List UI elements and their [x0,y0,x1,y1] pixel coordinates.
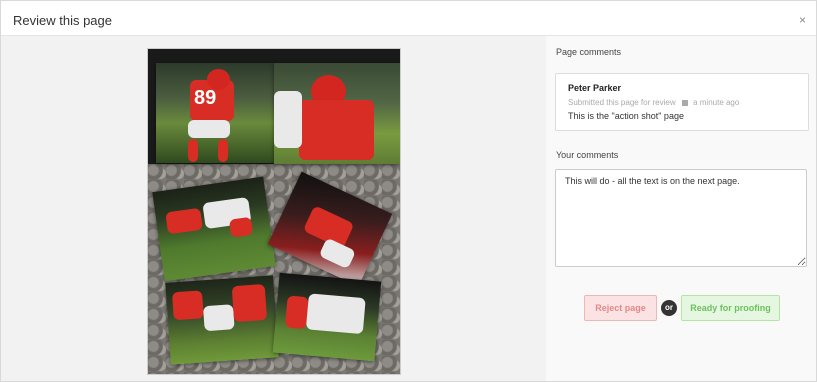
comment-author: Peter Parker [568,83,622,93]
jersey-number: 89 [194,87,217,109]
red-player-shape [231,283,268,323]
comments-pane: Page comments Peter Parker Submitted thi… [546,36,816,381]
dialog-title: Review this page [13,13,112,28]
red-sock-shape [218,139,228,162]
red-player-shape [228,216,254,238]
red-players-shape [165,207,203,235]
your-comments-label: Your comments [556,150,619,160]
white-pants-shape [318,237,357,270]
comment-time: a minute ago [693,98,740,107]
red-sock-shape [188,139,198,162]
white-pants-shape [188,120,230,138]
page-preview-image: 89 [147,48,401,375]
white-player-shape [202,304,235,332]
white-player-shape [274,91,302,148]
photo-pileup [165,275,279,365]
dialog-header: Review this page × [1,1,816,36]
photo-line-of-scrimmage [152,176,276,282]
comment-action: Submitted this page for review [568,98,676,107]
comment-meta: Submitted this page for review a minute … [568,98,739,107]
photo-player-89: 89 [156,63,274,163]
comment-body: This is the "action shot" page [568,111,684,121]
reject-page-button[interactable]: Reject page [584,295,657,321]
red-jersey-shape [299,100,374,160]
ready-for-proofing-button[interactable]: Ready for proofing [681,295,780,321]
red-player-shape [284,295,309,330]
red-player-shape [171,290,204,321]
calendar-icon [681,99,688,106]
your-comments-input[interactable]: This will do - all the text is on the ne… [555,169,807,267]
photo-huddle [272,272,382,362]
review-dialog: Review this page × 89 Page comments Pete… [0,0,817,382]
comment-card: Peter Parker Submitted this page for rev… [555,73,809,131]
photo-player-red-helmet [274,63,400,164]
page-preview-pane: 89 [1,36,546,381]
or-separator: or [661,300,677,316]
page-comments-label: Page comments [556,47,622,57]
close-icon[interactable]: × [799,13,806,27]
white-players-shape [305,293,366,335]
